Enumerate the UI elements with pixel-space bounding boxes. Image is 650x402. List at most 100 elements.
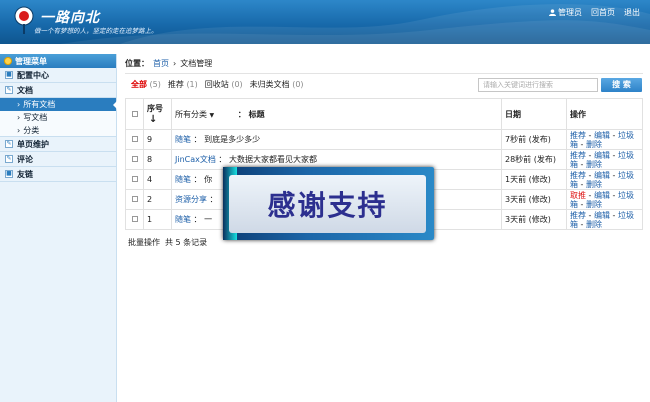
row-date: 1天前 (修改): [501, 169, 567, 190]
row-date: 28秒前 (发布): [501, 149, 567, 170]
row-ops: 取推 - 编辑 - 垃圾箱 - 删除: [566, 189, 643, 210]
breadcrumb-separator: ›: [173, 59, 177, 68]
row-colon: ：: [193, 135, 202, 144]
checkbox[interactable]: [131, 136, 138, 142]
category-select[interactable]: 所有分类 ▼: [175, 109, 235, 120]
sidebar-subitem-label: 写文档: [23, 113, 48, 122]
edit-link[interactable]: 编辑: [594, 211, 610, 220]
sidebar-item-docs[interactable]: ✎ 文档: [0, 83, 116, 98]
admin-link[interactable]: 管理员: [549, 7, 582, 18]
row-title[interactable]: 你: [204, 175, 212, 184]
breadcrumb-home[interactable]: 首页: [153, 58, 169, 69]
admin-label: 管理员: [558, 8, 582, 17]
edit-link[interactable]: 编辑: [594, 151, 610, 160]
recommend-link[interactable]: 推荐: [570, 131, 586, 140]
delete-link[interactable]: 删除: [586, 180, 602, 189]
filter-uncategorized[interactable]: 未归类文档 (0): [250, 79, 304, 90]
sidebar-item-comments[interactable]: ✎ 评论: [0, 152, 116, 167]
seq-header[interactable]: 序号 ↓: [143, 98, 172, 130]
sidebar-subitem-label: 分类: [23, 125, 40, 135]
edit-link[interactable]: 编辑: [594, 191, 610, 200]
recommend-link[interactable]: 推荐: [570, 171, 586, 180]
filter-tabs: 全部 (5) 推荐 (1) 回收站 (0) 未归类文档 (0): [131, 79, 304, 90]
breadcrumb-current: 文档管理: [180, 59, 213, 68]
seq-header-label: 序号: [147, 104, 163, 113]
top-nav: 管理员 回首页 退出: [549, 7, 640, 18]
sidebar-subitem-all-docs[interactable]: › 所有文档: [0, 98, 117, 111]
category-select-value: 所有分类: [175, 109, 207, 119]
home-link[interactable]: 回首页: [591, 7, 615, 18]
search-button[interactable]: 搜 索: [601, 78, 642, 92]
recommend-link[interactable]: 推荐: [570, 151, 586, 160]
sidebar-title: 管理菜单: [0, 54, 116, 68]
row-ops: 推荐 - 编辑 - 垃圾箱 - 删除: [566, 149, 643, 170]
checkbox[interactable]: [131, 110, 138, 117]
filter-recommended[interactable]: 推荐 (1): [168, 79, 198, 90]
delete-link[interactable]: 删除: [586, 140, 602, 149]
row-colon: ：: [209, 195, 218, 204]
recommend-link[interactable]: 取推: [570, 191, 586, 200]
row-category-link[interactable]: 随笔: [175, 215, 191, 224]
row-category-link[interactable]: 随笔: [175, 175, 191, 184]
bullet-icon: ›: [17, 113, 21, 122]
logout-link[interactable]: 退出: [624, 7, 640, 18]
folder-icon: ■: [5, 71, 13, 79]
table-row: 9 随笔 ： 到底是多少多少 7秒前 (发布) 推荐 - 编辑 - 垃圾箱 - 删除: [125, 129, 643, 150]
sidebar-item-label: 友链: [17, 169, 33, 179]
filter-label: 全部: [131, 80, 147, 89]
user-icon: [549, 9, 556, 16]
row-select-cell: [125, 169, 144, 190]
row-category-link[interactable]: JinCax文档: [175, 155, 216, 164]
checkbox[interactable]: [131, 216, 138, 222]
table-footer: 批量操作 共 5 条记录: [128, 237, 207, 248]
row-select-cell: [125, 149, 144, 170]
edit-link[interactable]: 编辑: [594, 171, 610, 180]
row-ops: 推荐 - 编辑 - 垃圾箱 - 删除: [566, 129, 643, 150]
row-ops: 推荐 - 编辑 - 垃圾箱 - 删除: [566, 169, 643, 190]
row-title[interactable]: 一: [204, 215, 212, 224]
row-title-cell: 随笔 ： 到底是多少多少: [171, 129, 502, 150]
checkbox[interactable]: [131, 156, 138, 162]
row-seq: 2: [143, 189, 172, 210]
row-title[interactable]: 大数据大家都看见大家都: [229, 155, 317, 164]
filter-count: (0): [292, 80, 304, 89]
sidebar-subitem-label: 所有文档: [23, 100, 56, 109]
delete-link[interactable]: 删除: [586, 220, 602, 229]
search-input[interactable]: 请输入关键词进行搜索: [478, 78, 598, 92]
filter-label: 未归类文档: [249, 80, 290, 89]
sidebar-item-links[interactable]: ■ 友链: [0, 167, 116, 182]
filter-all[interactable]: 全部 (5): [131, 79, 161, 90]
sort-arrow-icon[interactable]: ↓: [147, 114, 168, 125]
sidebar-item-config[interactable]: ■ 配置中心: [0, 68, 116, 83]
filter-count: (5): [149, 80, 161, 89]
delete-link[interactable]: 删除: [586, 160, 602, 169]
row-select-cell: [125, 209, 144, 230]
batch-ops-button[interactable]: 批量操作: [128, 237, 160, 248]
ops-header: 操作: [566, 98, 643, 130]
row-category-link[interactable]: 随笔: [175, 135, 191, 144]
sidebar-item-label: 文档: [17, 85, 33, 95]
checkbox[interactable]: [131, 176, 138, 182]
row-category-link[interactable]: 资源分享: [175, 195, 207, 204]
edit-link[interactable]: 编辑: [594, 131, 610, 140]
sidebar-item-pages[interactable]: ✎ 单页维护: [0, 137, 116, 152]
select-all-header[interactable]: [125, 98, 144, 130]
filter-trash[interactable]: 回收站 (0): [205, 79, 243, 90]
sidebar: 管理菜单 ■ 配置中心 ✎ 文档 › 所有文档 › 写文档 › 分类 ✎ 单页维护 ✎ 评论 …: [0, 54, 117, 402]
sidebar-subitem-category[interactable]: › 分类: [0, 124, 116, 137]
menu-icon: [4, 57, 12, 65]
sidebar-item-label: 评论: [17, 154, 33, 164]
date-header: 日期: [501, 98, 567, 130]
folder-icon: ■: [5, 170, 13, 178]
sidebar-subitem-write-doc[interactable]: › 写文档: [0, 111, 116, 124]
title-colon: ：: [237, 109, 246, 119]
slogan: 做一个有梦想的人，坚定的走在追梦路上。: [34, 27, 158, 35]
recommend-link[interactable]: 推荐: [570, 211, 586, 220]
row-title[interactable]: 到底是多少多少: [204, 135, 260, 144]
filter-label: 回收站: [204, 80, 229, 89]
delete-link[interactable]: 删除: [586, 200, 602, 209]
breadcrumb: 位置： 首页 › 文档管理: [125, 54, 643, 74]
row-seq: 9: [143, 129, 172, 150]
record-count: 共 5 条记录: [165, 238, 208, 247]
checkbox[interactable]: [131, 196, 138, 202]
